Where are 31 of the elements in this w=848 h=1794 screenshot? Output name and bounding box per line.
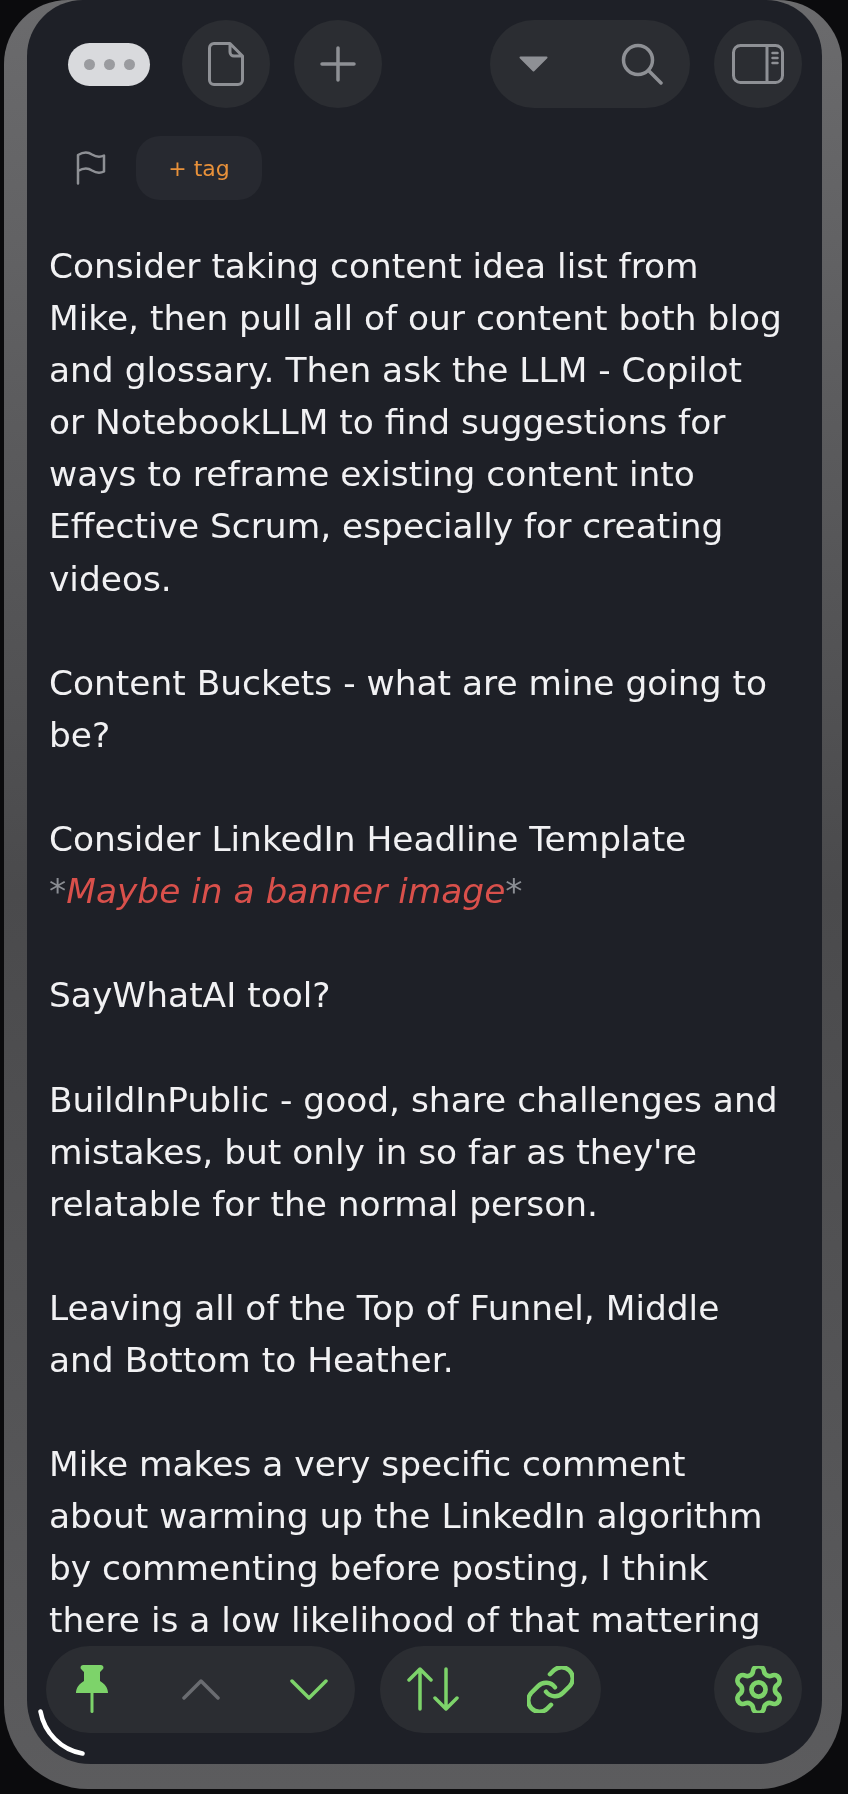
plus-icon [320,46,356,82]
note-paragraph: Content Buckets - what are mine going to be? [49,661,768,757]
search-button[interactable] [621,43,663,85]
sort-button[interactable] [407,1667,459,1711]
search-icon [621,43,663,85]
note-paragraph: Leaving all of the Top of Funnel, Middle and Bottom to Heather. [49,1286,721,1382]
settings-icon [734,1665,782,1713]
flag-button[interactable] [76,151,106,185]
chevron-down-icon [290,1678,328,1700]
note-paragraph: BuildInPublic - good, share challenges and mistakes, but only in so far as they're relatable for the normal person. [49,1078,779,1226]
more-button[interactable] [68,42,150,86]
chevron-up-icon [182,1678,220,1700]
flag-icon [76,151,106,185]
link-button[interactable] [527,1665,574,1713]
arc-icon [38,1709,85,1756]
document-icon [208,42,244,86]
caret-icon [519,56,548,72]
pin-button[interactable] [75,1664,109,1714]
sidebar-icon [732,44,784,84]
next-button[interactable] [290,1678,328,1700]
note-paragraph: Mike makes a very specific comment about warming up the LinkedIn algorithm by commenting before posting, I think there is a low likelihood of that mattering [49,1443,764,1643]
note-paragraph: Consider taking content idea list from Mike, then pull all of our content both blog and glossary. Then ask the LLM - Copilot or NotebookLLM to find suggestions for ways to reframe existing content into Effective Scrum, especially for creating videos. [49,245,783,601]
pin-icon [75,1664,109,1714]
note-paragraph: Consider LinkedIn Headline Template [49,818,688,862]
link-icon [527,1665,574,1713]
note-paragraph: SayWhatAI tool? [49,974,332,1018]
dropdown-button[interactable] [519,56,548,72]
ellipsis-icon [83,58,135,70]
arrows-up-down-icon [407,1667,459,1711]
italic-note: *Maybe in a banner image* [49,870,524,914]
add-tag-button[interactable]: + tag [136,136,262,200]
